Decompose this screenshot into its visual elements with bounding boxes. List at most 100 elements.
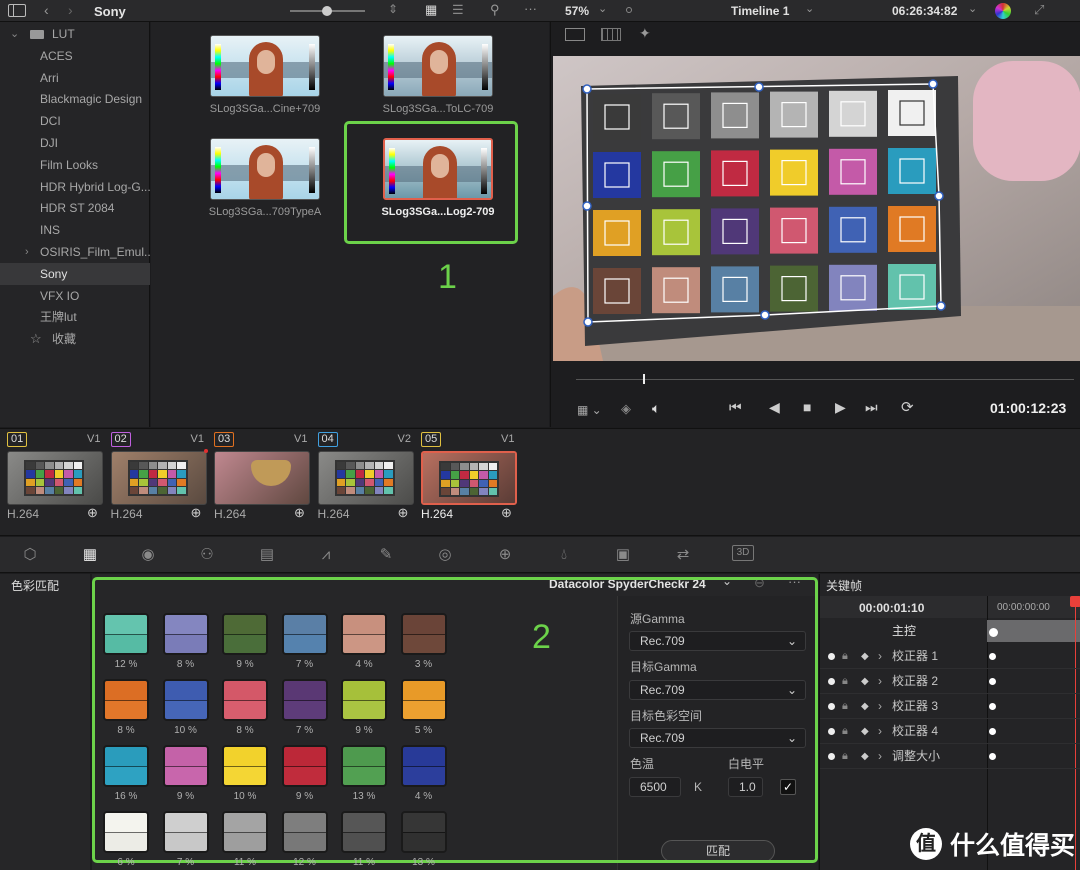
clip-thumbnail[interactable] — [317, 451, 414, 505]
sidebar-item[interactable]: Arri — [0, 67, 150, 89]
keyframe-row[interactable]: 🔒︎ ◆ › 校正器 2 — [820, 669, 1080, 694]
clip-thumbnail[interactable] — [7, 451, 103, 505]
color-swatch[interactable] — [281, 745, 328, 787]
gallery-icon[interactable] — [601, 28, 621, 41]
timeline-dropdown-icon[interactable]: ⌄ — [805, 2, 814, 15]
master-keyframe[interactable] — [989, 628, 998, 637]
color-wheel-icon[interactable] — [995, 3, 1011, 19]
keyframe-dot[interactable] — [989, 653, 996, 660]
keyframe-diamond-icon[interactable]: ◆ — [861, 644, 869, 669]
corner-handle[interactable] — [583, 317, 593, 327]
enable-dot-icon[interactable] — [828, 653, 835, 660]
color-swatch[interactable] — [162, 811, 209, 853]
sort-icon[interactable]: ⇕ — [388, 2, 398, 16]
color-swatch[interactable] — [400, 679, 447, 721]
chevron-down-icon[interactable]: ⌄ — [10, 23, 19, 45]
corner-handle[interactable] — [582, 84, 592, 94]
sidebar-item[interactable]: VFX IO — [0, 285, 150, 307]
lock-icon[interactable]: 🔒︎ — [842, 694, 848, 719]
color-swatch[interactable] — [281, 679, 328, 721]
magic-wand-icon[interactable]: ✦ — [639, 25, 651, 42]
sidebar-item[interactable]: DJI — [0, 132, 150, 154]
timeline-name[interactable]: Timeline 1 — [731, 4, 789, 18]
zoom-level[interactable]: 57% — [565, 4, 589, 18]
slider-knob[interactable] — [322, 6, 332, 16]
back-icon[interactable]: ‹ — [44, 2, 49, 18]
key-icon[interactable]: ▣ — [612, 545, 634, 565]
play-icon[interactable]: ▶ — [835, 399, 846, 416]
clip-thumbnail[interactable] — [110, 451, 207, 505]
corner-handle[interactable] — [582, 201, 592, 211]
panel-toggle-icon[interactable] — [8, 4, 26, 17]
keyframe-dot[interactable] — [989, 703, 996, 710]
color-swatch[interactable] — [222, 811, 268, 853]
keyframe-diamond-icon[interactable]: ◆ — [861, 669, 869, 694]
color-swatch[interactable] — [103, 613, 149, 655]
color-match-icon[interactable]: ▦ — [79, 545, 101, 565]
sidebar-item[interactable]: 王牌lut — [0, 306, 150, 328]
clip-node-icon[interactable]: ⊕ — [87, 505, 98, 521]
sidebar-item[interactable]: INS — [0, 219, 150, 241]
color-swatch[interactable] — [341, 613, 387, 655]
color-swatch[interactable] — [162, 613, 209, 655]
sidebar-item[interactable]: ⌄ LUT — [0, 23, 150, 45]
keyframe-diamond-icon[interactable]: ◆ — [861, 744, 869, 769]
keyframe-row[interactable]: 🔒︎ ◆ › 校正器 3 — [820, 694, 1080, 719]
clip-node-icon[interactable]: ⊕ — [501, 505, 512, 521]
expand-arrow-icon[interactable]: › — [878, 644, 882, 669]
3d-icon[interactable]: 3D — [732, 545, 754, 561]
keyframe-dot[interactable] — [989, 753, 996, 760]
expand-arrow-icon[interactable]: › — [878, 694, 882, 719]
enable-dot-icon[interactable] — [828, 728, 835, 735]
keyframe-row[interactable]: 🔒︎ ◆ › 调整大小 — [820, 744, 1080, 769]
step-back-icon[interactable]: ◀ — [769, 399, 780, 416]
camera-raw-icon[interactable]: ⬡ — [19, 545, 41, 565]
playhead-marker-icon[interactable] — [1070, 596, 1080, 607]
lut-thumbnail[interactable] — [383, 138, 493, 200]
sidebar-item[interactable]: DCI — [0, 110, 150, 132]
clip-node-icon[interactable]: ⊕ — [398, 505, 409, 521]
keyframe-diamond-icon[interactable]: ◆ — [861, 719, 869, 744]
volume-icon[interactable]: 🔈︎ — [652, 400, 660, 417]
expand-arrow-icon[interactable]: › — [878, 719, 882, 744]
motion-effects-icon[interactable]: ▤ — [256, 545, 278, 565]
tracker-icon[interactable]: ⊕ — [494, 545, 516, 565]
sidebar-item[interactable]: Sony — [0, 262, 150, 285]
curves-icon[interactable]: ⩘ — [315, 545, 337, 565]
corner-handle[interactable] — [754, 82, 764, 92]
thumb-size-slider[interactable] — [290, 6, 365, 16]
clip-thumbnail[interactable] — [214, 451, 310, 505]
sidebar-item[interactable]: Film Looks — [0, 154, 150, 176]
sidebar-item[interactable]: ☆ 收藏 — [0, 328, 150, 350]
lock-icon[interactable]: 🔒︎ — [842, 644, 848, 669]
color-swatch[interactable] — [222, 745, 268, 787]
color-swatch[interactable] — [341, 811, 387, 853]
corner-handle[interactable] — [928, 79, 938, 89]
layers-icon[interactable]: ◈ — [621, 401, 631, 417]
sidebar-item[interactable]: Blackmagic Design — [0, 88, 150, 110]
color-swatch[interactable] — [222, 679, 268, 721]
color-swatch[interactable] — [103, 745, 149, 787]
lut-thumbnail[interactable] — [210, 35, 320, 97]
loop-icon[interactable]: ⟳ — [901, 398, 914, 416]
expand-arrow-icon[interactable]: › — [878, 669, 882, 694]
chevron-right-icon[interactable]: › — [25, 241, 29, 263]
enable-dot-icon[interactable] — [828, 678, 835, 685]
skip-back-icon[interactable]: ⏮︎ — [729, 399, 742, 416]
sidebar-item[interactable]: HDR Hybrid Log-G... — [0, 176, 150, 198]
corner-handle[interactable] — [760, 310, 770, 320]
sidebar-item[interactable]: › OSIRIS_Film_Emul... — [0, 241, 150, 263]
color-swatch[interactable] — [281, 613, 328, 655]
search-icon[interactable]: ⚲ — [490, 2, 500, 18]
lock-icon[interactable]: 🔒︎ — [842, 669, 848, 694]
viewer-layout-icon[interactable]: ▦ ⌄ — [577, 403, 602, 417]
color-swatch[interactable] — [400, 811, 447, 853]
color-swatch[interactable] — [400, 745, 447, 787]
enable-dot-icon[interactable] — [828, 703, 835, 710]
rgb-mixer-icon[interactable]: ⚇ — [196, 545, 218, 565]
color-swatch[interactable] — [281, 811, 328, 853]
corner-handle[interactable] — [936, 301, 946, 311]
timecode-dropdown-icon[interactable]: ⌄ — [968, 2, 977, 15]
scrubber-track[interactable] — [576, 379, 1074, 380]
enable-dot-icon[interactable] — [828, 753, 835, 760]
